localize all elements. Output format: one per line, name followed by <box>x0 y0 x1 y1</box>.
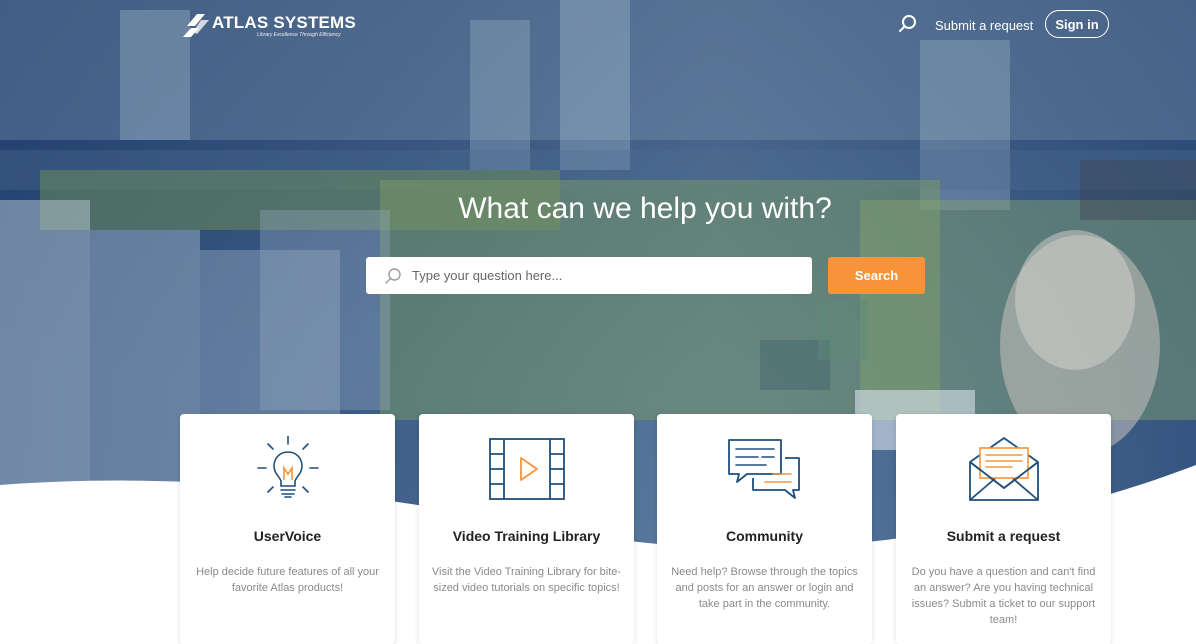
card-description: Help decide future features of all your … <box>196 566 379 594</box>
logo-tagline: Library Excellence Through Efficiency <box>257 32 341 38</box>
card-video-training-library[interactable]: Video Training Library Visit the Video T… <box>419 414 634 644</box>
search-input[interactable] <box>410 267 804 284</box>
search-field[interactable] <box>366 257 812 294</box>
card-description: Need help? Browse through the topics and… <box>671 566 858 610</box>
sign-in-button[interactable]: Sign in <box>1045 10 1109 38</box>
chat-bubbles-icon <box>657 436 872 508</box>
lightbulb-icon <box>180 436 395 508</box>
card-title: Submit a request <box>946 528 1061 544</box>
site-header: ATLAS SYSTEMS Library Excellence Through… <box>0 0 1196 50</box>
submit-request-link[interactable]: Submit a request <box>935 18 1033 33</box>
search-icon[interactable] <box>898 14 918 34</box>
card-uservoice[interactable]: UserVoice Help decide future features of… <box>180 414 395 644</box>
video-play-icon <box>419 436 634 508</box>
card-description: Do you have a question and can't find an… <box>911 566 1096 626</box>
envelope-letter-icon <box>896 436 1111 508</box>
card-description: Visit the Video Training Library for bit… <box>431 566 622 594</box>
card-submit-request[interactable]: Submit a request Do you have a question … <box>896 414 1111 644</box>
card-community[interactable]: Community Need help? Browse through the … <box>657 414 872 644</box>
search-button[interactable]: Search <box>828 257 925 294</box>
hero-title: What can we help you with? <box>458 192 832 225</box>
card-title: Community <box>726 528 803 544</box>
logo-text: ATLAS SYSTEMS <box>212 13 356 32</box>
logo-mark-icon <box>183 14 209 37</box>
card-title: UserVoice <box>253 528 322 544</box>
search-field-icon <box>385 267 401 284</box>
card-title: Video Training Library <box>452 528 601 544</box>
